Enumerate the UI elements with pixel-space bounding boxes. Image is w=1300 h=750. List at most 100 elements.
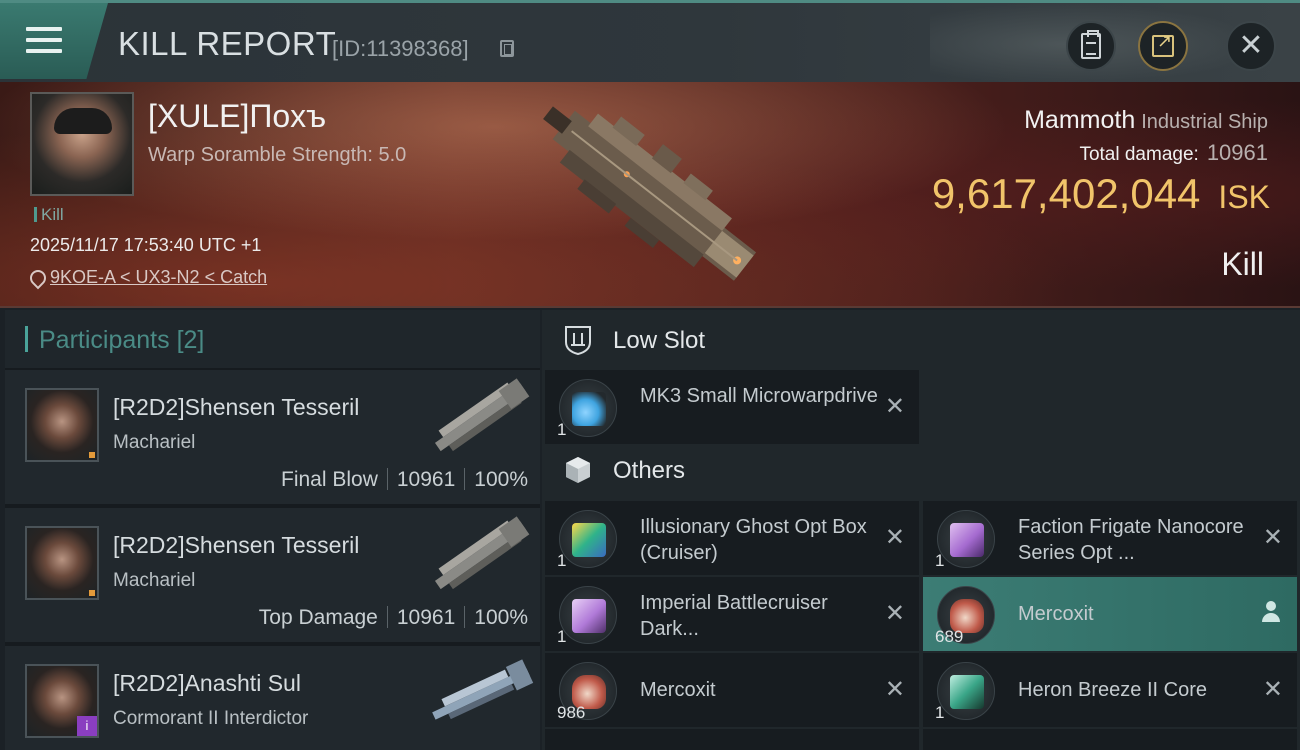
victim-attribute: Warp Soramble Strength: 5.0 — [148, 144, 407, 166]
participant-percent: 100% — [474, 468, 528, 491]
item-card[interactable]: 1 Illusionary Ghost Opt Box (Cruiser) ✕ — [545, 501, 919, 575]
kill-tag: Kill — [34, 205, 64, 225]
top-bar: KILL REPORT [ID:11398368] ✕ — [0, 0, 1300, 85]
item-quantity: 1 — [935, 703, 945, 722]
items-panel: Low Slot 1 MK3 Small Microwarpdrive ✕ Ot… — [542, 310, 1300, 750]
share-button[interactable] — [1138, 21, 1188, 71]
item-card[interactable]: 1 Imperial Battlecruiser Dark... ✕ — [545, 577, 919, 651]
item-quantity: 1 — [557, 627, 567, 646]
location-pin-icon — [30, 270, 42, 285]
clipboard-icon — [1081, 30, 1101, 59]
item-card[interactable]: 1 Faction Frigate Nanocore Series Opt ..… — [923, 501, 1297, 575]
total-damage-value: 10961 — [1206, 140, 1268, 165]
nanocore-box-icon — [937, 510, 995, 568]
victim-name[interactable]: [XULE]Поxъ — [148, 98, 326, 135]
share-icon — [1152, 31, 1174, 57]
isk-amount: 9,617,402,044 — [931, 170, 1201, 217]
participant-name: [R2D2]Shensen Tesseril — [113, 532, 360, 558]
participant-role: Top Damage — [258, 606, 378, 629]
kill-location[interactable]: 9KOE-A < UX3-N2 < Catch — [30, 267, 267, 288]
participants-title: Participants [2] — [39, 326, 204, 355]
person-icon[interactable] — [1261, 601, 1281, 623]
participant-stats: Top Damage 10961 100% — [259, 606, 528, 630]
item-card-selected[interactable]: 689 Mercoxit — [923, 577, 1297, 651]
item-quantity: 1 — [935, 551, 945, 570]
participant-ship: Machariel — [113, 570, 196, 591]
participant-ship-image — [434, 516, 530, 590]
participant-row[interactable]: i [R2D2]Anashti Sul Cormorant II Interdi… — [5, 646, 540, 750]
destroyed-icon: ✕ — [1262, 676, 1283, 703]
participant-row[interactable]: [R2D2]Shensen Tesseril Machariel Top Dam… — [5, 508, 540, 642]
participant-damage: 10961 — [396, 468, 456, 491]
total-damage-label: Total damage: — [1079, 144, 1199, 165]
copy-icon[interactable] — [500, 40, 514, 57]
hamburger-icon — [26, 27, 62, 55]
cube-icon — [566, 457, 590, 483]
avatar[interactable]: i — [25, 664, 99, 738]
low-slot-title: Low Slot — [613, 327, 706, 354]
core-icon — [937, 662, 995, 720]
ship-name-text: Mammoth — [1024, 106, 1136, 134]
isk-unit: ISK — [1218, 179, 1270, 215]
victim-ship-image — [543, 106, 757, 281]
avatar-indicator — [89, 452, 95, 458]
item-card-partial[interactable] — [545, 729, 919, 750]
close-button[interactable]: ✕ — [1226, 21, 1276, 71]
close-icon: ✕ — [1238, 29, 1264, 62]
destroyed-icon: ✕ — [884, 393, 905, 420]
low-slot-icon — [565, 326, 591, 356]
participant-role: Final Blow — [281, 468, 378, 491]
header-accent-bar — [25, 326, 28, 352]
page-title: KILL REPORT — [118, 25, 337, 62]
item-card[interactable]: 1 Heron Breeze II Core ✕ — [923, 653, 1297, 727]
destroyed-icon: ✕ — [884, 676, 905, 703]
participant-ship-image — [432, 659, 534, 720]
item-card[interactable]: 1 MK3 Small Microwarpdrive ✕ — [545, 370, 919, 444]
others-header: Others — [542, 440, 1300, 500]
item-name: Mercoxit — [640, 679, 716, 701]
avatar-indicator — [89, 590, 95, 596]
item-name: Mercoxit — [1018, 603, 1094, 625]
participant-ship-image — [434, 378, 530, 452]
participants-count: [2] — [176, 326, 205, 354]
item-name: MK3 Small Microwarpdrive — [640, 385, 878, 407]
participant-name: [R2D2]Anashti Sul — [113, 670, 301, 696]
participant-row[interactable]: [R2D2]Shensen Tesseril Machariel Final B… — [5, 370, 540, 504]
participant-stats: Final Blow 10961 100% — [281, 468, 528, 492]
avatar[interactable] — [25, 388, 99, 462]
participant-ship: Cormorant II Interdictor — [113, 708, 309, 729]
item-card-partial[interactable] — [923, 729, 1297, 750]
divider — [386, 606, 388, 628]
item-quantity: 986 — [557, 703, 586, 722]
item-name: Heron Breeze II Core — [1018, 679, 1207, 701]
item-card[interactable]: 986 Mercoxit ✕ — [545, 653, 919, 727]
avatar[interactable] — [25, 526, 99, 600]
participant-damage: 10961 — [396, 606, 456, 629]
divider — [386, 468, 388, 490]
menu-button[interactable] — [0, 3, 108, 79]
item-quantity: 1 — [557, 551, 567, 570]
others-title: Others — [613, 457, 686, 484]
imperial-box-icon — [559, 586, 617, 644]
kill-result: Kill — [1221, 246, 1264, 282]
ship-name[interactable]: Mammoth Industrial Ship — [1024, 106, 1268, 135]
item-quantity: 689 — [935, 627, 964, 646]
participant-ship: Machariel — [113, 432, 196, 453]
divider — [464, 606, 466, 628]
report-id: [ID:11398368] — [332, 36, 469, 61]
participants-label: Participants — [39, 326, 170, 354]
location-link[interactable]: 9KOE-A < UX3-N2 < Catch — [50, 267, 267, 287]
participants-panel: Participants [2] [R2D2]Shensen Tesseril … — [5, 310, 540, 750]
victim-portrait[interactable] — [30, 92, 134, 196]
item-name: Illusionary Ghost Opt Box (Cruiser) — [640, 516, 867, 564]
item-name: Faction Frigate Nanocore Series Opt ... — [1018, 516, 1244, 564]
destroyed-icon: ✕ — [884, 600, 905, 627]
participants-header: Participants [2] — [5, 310, 540, 368]
item-name: Imperial Battlecruiser Dark... — [640, 592, 828, 640]
clipboard-button[interactable] — [1066, 21, 1116, 71]
divider — [464, 468, 466, 490]
destroyed-icon: ✕ — [884, 524, 905, 551]
item-quantity: 1 — [557, 420, 567, 439]
kill-timestamp: 2025/11/17 17:53:40 UTC +1 — [30, 235, 262, 255]
ship-class: Industrial Ship — [1141, 111, 1268, 133]
